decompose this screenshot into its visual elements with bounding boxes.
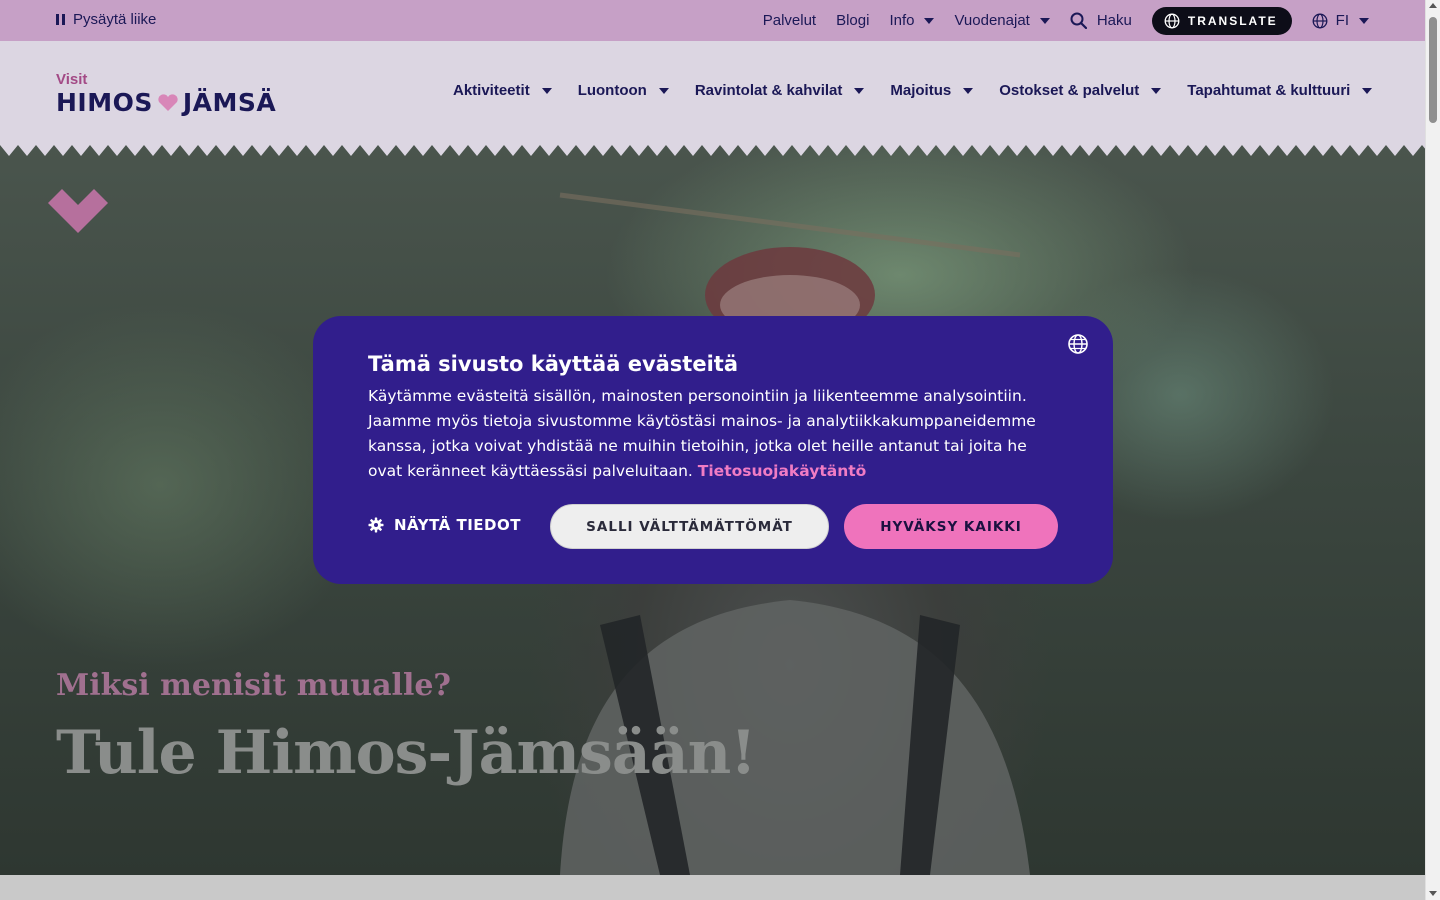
top-utility-bar: Pysäytä liike Palvelut Blogi Info Vuoden… [0, 0, 1425, 41]
pause-icon [56, 14, 65, 25]
nav-item-tapahtumat[interactable]: Tapahtumat & kulttuuri [1187, 82, 1373, 99]
header-zigzag-edge [0, 145, 1425, 156]
scroll-up-arrow-icon[interactable] [1429, 3, 1437, 8]
search-button[interactable]: Haku [1070, 12, 1132, 29]
pause-motion-label: Pysäytä liike [73, 11, 157, 28]
cookie-consent-dialog: Tämä sivusto käyttää evästeitä Käytämme … [313, 316, 1113, 584]
utility-link-blogi[interactable]: Blogi [836, 12, 869, 29]
scrollbar-thumb[interactable] [1429, 17, 1437, 123]
nav-item-aktiviteetit[interactable]: Aktiviteetit [453, 82, 552, 99]
utility-link-info-label: Info [889, 12, 915, 29]
utility-link-palvelut[interactable]: Palvelut [763, 12, 816, 29]
nav-item-ostokset[interactable]: Ostokset & palvelut [999, 82, 1162, 99]
main-navigation: Aktiviteetit Luontoon Ravintolat & kahvi… [453, 82, 1373, 99]
logo-himos-text: HIMOS [56, 88, 153, 117]
logo-wordmark: HIMOS JÄMSÄ [56, 88, 276, 117]
nav-item-label: Ravintolat & kahvilat [694, 82, 843, 99]
hero-title: Tule Himos-Jämsään! [56, 718, 757, 788]
caret-down-icon [924, 17, 935, 24]
utility-link-vuodenajat[interactable]: Vuodenajat [954, 12, 1050, 29]
utility-nav: Palvelut Blogi Info Vuodenajat Haku TRAN… [743, 0, 1369, 41]
nav-item-label: Luontoon [577, 82, 647, 99]
hero-kicker: Miksi menisit muualle? [56, 668, 452, 703]
search-icon [1070, 12, 1087, 29]
utility-link-info[interactable]: Info [889, 12, 935, 29]
caret-down-icon [541, 87, 552, 94]
caret-down-icon [1362, 87, 1373, 94]
translate-label: TRANSLATE [1187, 13, 1278, 28]
globe-icon [1312, 13, 1328, 28]
accept-all-button[interactable]: HYVÄKSY KAIKKI [844, 504, 1058, 549]
nav-item-luontoon[interactable]: Luontoon [578, 82, 669, 99]
search-label: Haku [1096, 12, 1132, 29]
caret-down-icon [658, 87, 669, 94]
caret-down-icon [854, 87, 865, 94]
cookie-title: Tämä sivusto käyttää evästeitä [368, 352, 738, 376]
nav-item-ravintolat[interactable]: Ravintolat & kahvilat [695, 82, 865, 99]
nav-item-label: Tapahtumat & kulttuuri [1187, 82, 1351, 99]
nav-item-majoitus[interactable]: Majoitus [890, 82, 974, 99]
page-bottom-strip [0, 875, 1425, 900]
utility-link-vuodenajat-label: Vuodenajat [954, 12, 1030, 29]
site-header: Visit HIMOS JÄMSÄ Aktiviteetit Luontoon … [0, 41, 1425, 145]
page-scrollbar[interactable] [1425, 0, 1440, 900]
caret-down-icon [1039, 17, 1050, 24]
caret-down-icon [1151, 87, 1162, 94]
allow-necessary-button[interactable]: SALLI VÄLTTÄMÄTTÖMÄT [550, 504, 829, 549]
heart-icon [48, 189, 108, 233]
nav-item-label: Ostokset & palvelut [999, 82, 1140, 99]
logo-jamsa-text: JÄMSÄ [182, 88, 277, 117]
caret-down-icon [963, 87, 974, 94]
translate-button[interactable]: TRANSLATE [1151, 6, 1292, 35]
heart-icon [158, 93, 178, 111]
nav-item-label: Aktiviteetit [453, 82, 530, 99]
language-globe-icon[interactable] [1067, 333, 1089, 355]
logo-visit-text: Visit [56, 71, 88, 88]
scroll-down-arrow-icon[interactable] [1429, 891, 1437, 896]
caret-down-icon [1359, 17, 1369, 24]
language-label: FI [1335, 12, 1349, 29]
gear-icon [368, 517, 384, 533]
show-details-label: NÄYTÄ TIEDOT [394, 516, 521, 534]
cookie-description: Käytämme evästeitä sisällön, mainosten p… [368, 384, 1058, 484]
globe-icon [1164, 13, 1180, 28]
site-logo[interactable]: Visit HIMOS JÄMSÄ [56, 71, 276, 117]
privacy-policy-link[interactable]: Tietosuojakäytäntö [698, 462, 867, 480]
language-selector[interactable]: FI [1312, 12, 1369, 29]
nav-item-label: Majoitus [890, 82, 952, 99]
show-details-button[interactable]: NÄYTÄ TIEDOT [368, 516, 521, 534]
pause-motion-button[interactable]: Pysäytä liike [56, 11, 156, 28]
